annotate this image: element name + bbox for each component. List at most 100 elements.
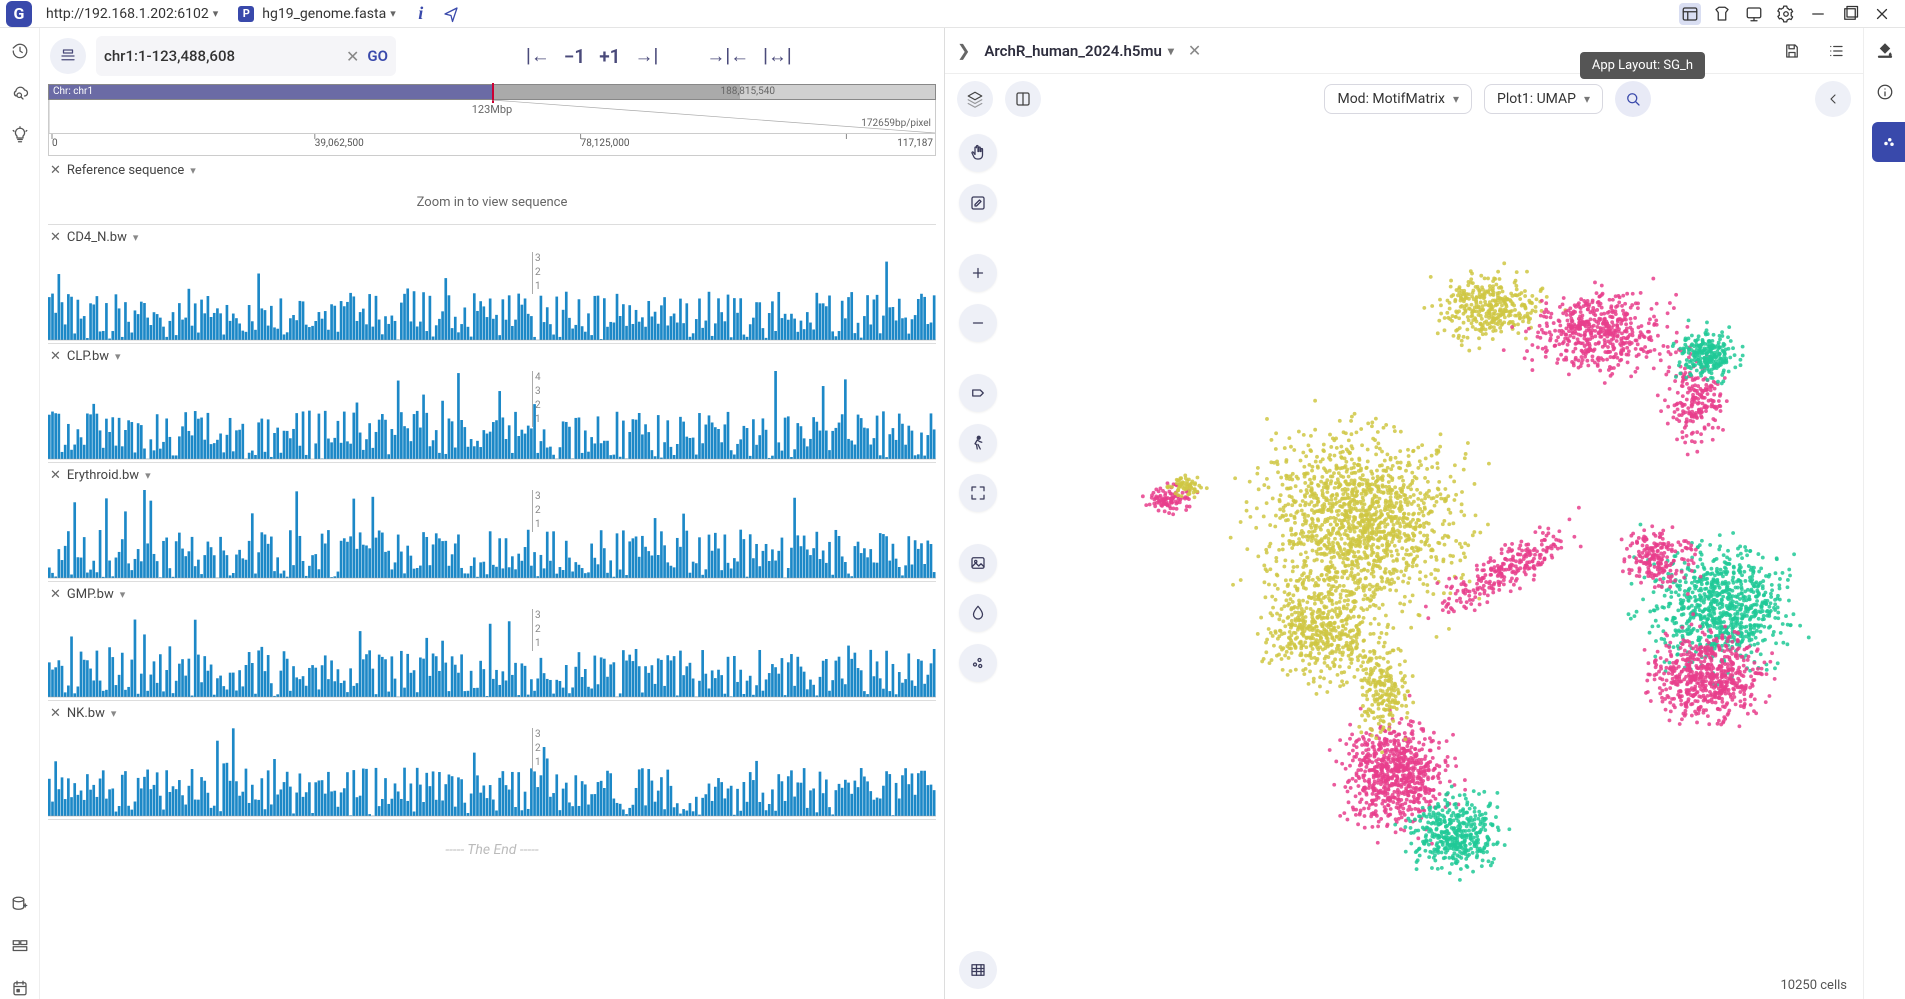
chrom-end-label: 188,815,540: [720, 85, 775, 99]
close-track-icon[interactable]: ✕: [50, 163, 61, 178]
info-icon[interactable]: i: [410, 3, 432, 25]
chevron-down-icon: ▾: [120, 588, 126, 601]
minimize-icon[interactable]: [1807, 3, 1829, 25]
calendar-icon[interactable]: [9, 977, 31, 999]
plot-dropdown[interactable]: Plot1: UMAP ▾: [1484, 84, 1603, 114]
mod-dropdown[interactable]: Mod: MotifMatrix ▾: [1324, 84, 1472, 114]
back-icon[interactable]: [1815, 81, 1851, 117]
track-name: Reference sequence: [67, 163, 184, 178]
history-icon[interactable]: [9, 40, 31, 62]
save-icon[interactable]: [1777, 36, 1807, 66]
layout-tooltip: App Layout: SG_h: [1580, 52, 1705, 79]
chevron-down-icon: ▾: [1584, 92, 1590, 106]
p-badge-icon: P: [238, 6, 254, 22]
zoom-in-button[interactable]: +1: [599, 45, 620, 68]
zoom-in-icon[interactable]: [959, 254, 997, 292]
plot-label: Plot1: UMAP: [1497, 91, 1576, 107]
clear-icon[interactable]: ✕: [346, 47, 359, 66]
file-tab[interactable]: ArchR_human_2024.h5mu ▾: [984, 42, 1174, 60]
end-marker: ----- The End -----: [48, 822, 936, 878]
droplet-icon[interactable]: [959, 594, 997, 632]
track-body[interactable]: 321: [48, 605, 936, 701]
info-circle-icon[interactable]: [1873, 80, 1897, 104]
chevron-down-icon: ▾: [1453, 92, 1459, 106]
track-name: CLP.bw: [67, 349, 109, 364]
location-search[interactable]: ✕ GO: [96, 36, 396, 76]
settings-icon[interactable]: [1775, 3, 1797, 25]
cell-count-label: 10250 cells: [1781, 978, 1848, 993]
ref-file-text: hg19_genome.fasta: [262, 6, 386, 22]
edit-tool-icon[interactable]: [959, 184, 997, 222]
y-axis-labels: 321: [532, 609, 541, 651]
track-settings-icon[interactable]: [50, 38, 86, 74]
ref-file-dropdown[interactable]: P hg19_genome.fasta ▾: [232, 4, 401, 24]
file-tab-label: ArchR_human_2024.h5mu: [984, 42, 1161, 60]
table-icon[interactable]: [959, 951, 997, 989]
y-axis-labels: 321: [532, 490, 541, 532]
chevron-down-icon: ▾: [111, 707, 117, 720]
nav-expand-icon[interactable]: |↔|: [763, 44, 792, 68]
track-name: Erythroid.bw: [67, 468, 139, 483]
ruler-tick: 39,062,500: [315, 138, 364, 149]
tshirt-icon[interactable]: [1711, 3, 1733, 25]
layout-icon[interactable]: [1679, 3, 1701, 25]
chevron-down-icon: ▾: [145, 469, 151, 482]
close-track-icon[interactable]: ✕: [50, 706, 61, 721]
px-label: 172659bp/pixel: [861, 118, 931, 129]
chevron-down-icon: ▾: [190, 164, 196, 177]
share-icon[interactable]: [440, 3, 462, 25]
chrom-zoom-box[interactable]: 123Mbp 172659bp/pixel: [48, 100, 936, 134]
chevron-down-icon: ▾: [133, 231, 139, 244]
track-body[interactable]: 4321: [48, 367, 936, 463]
track-name: CD4_N.bw: [67, 230, 127, 245]
y-axis-labels: 321: [532, 252, 541, 294]
y-axis-labels: 4321: [532, 371, 541, 427]
chromosome-bar[interactable]: Chr: chr1 188,815,540: [48, 84, 936, 100]
location-input[interactable]: [104, 47, 338, 65]
track-body[interactable]: 321: [48, 248, 936, 344]
app-logo[interactable]: G: [6, 1, 32, 27]
lightbulb-icon[interactable]: [9, 124, 31, 146]
layers-icon[interactable]: [957, 81, 993, 117]
go-button[interactable]: GO: [367, 47, 388, 65]
side-panel-tab[interactable]: [1872, 122, 1905, 162]
umap-scatter-plot[interactable]: [1025, 124, 1863, 969]
list-icon[interactable]: [1821, 36, 1851, 66]
fill-icon[interactable]: [1873, 38, 1897, 62]
chevron-down-icon: ▾: [213, 7, 219, 20]
tag-icon[interactable]: [959, 374, 997, 412]
database-icon[interactable]: [9, 893, 31, 915]
url-dropdown[interactable]: http://192.168.1.202:6102 ▾: [40, 4, 224, 24]
ruler: 0 39,062,500 78,125,000 117,187: [48, 134, 936, 156]
mod-label: Mod: MotifMatrix: [1337, 91, 1445, 107]
maximize-icon[interactable]: [1839, 3, 1861, 25]
close-track-icon[interactable]: ✕: [50, 230, 61, 245]
nav-collapse-icon[interactable]: →|←: [706, 44, 749, 68]
close-icon[interactable]: [1871, 3, 1893, 25]
track-name: GMP.bw: [67, 587, 114, 602]
track-body[interactable]: 321: [48, 486, 936, 582]
zoom-out-icon[interactable]: [959, 304, 997, 342]
split-view-icon[interactable]: [1005, 81, 1041, 117]
close-track-icon[interactable]: ✕: [50, 349, 61, 364]
scatter-icon[interactable]: [959, 644, 997, 682]
track-name: NK.bw: [67, 706, 105, 721]
nav-start-icon[interactable]: |←: [526, 44, 550, 68]
search-icon[interactable]: [1615, 81, 1651, 117]
close-track-icon[interactable]: ✕: [50, 587, 61, 602]
layout-rows-icon[interactable]: [9, 935, 31, 957]
fullscreen-icon[interactable]: [959, 474, 997, 512]
close-tab-icon[interactable]: ✕: [1188, 41, 1201, 60]
cloud-search-icon[interactable]: [9, 82, 31, 104]
monitor-icon[interactable]: [1743, 3, 1765, 25]
walk-icon[interactable]: [959, 424, 997, 462]
chrom-label: Chr: chr1: [53, 86, 93, 97]
image-icon[interactable]: [959, 544, 997, 582]
zoom-out-button[interactable]: −1: [564, 45, 585, 68]
expand-tabs-icon[interactable]: ❯: [957, 41, 970, 60]
pan-tool-icon[interactable]: [959, 134, 997, 172]
url-text: http://192.168.1.202:6102: [46, 6, 209, 22]
nav-end-icon[interactable]: →|: [635, 44, 659, 68]
track-body[interactable]: 321: [48, 724, 936, 820]
close-track-icon[interactable]: ✕: [50, 468, 61, 483]
